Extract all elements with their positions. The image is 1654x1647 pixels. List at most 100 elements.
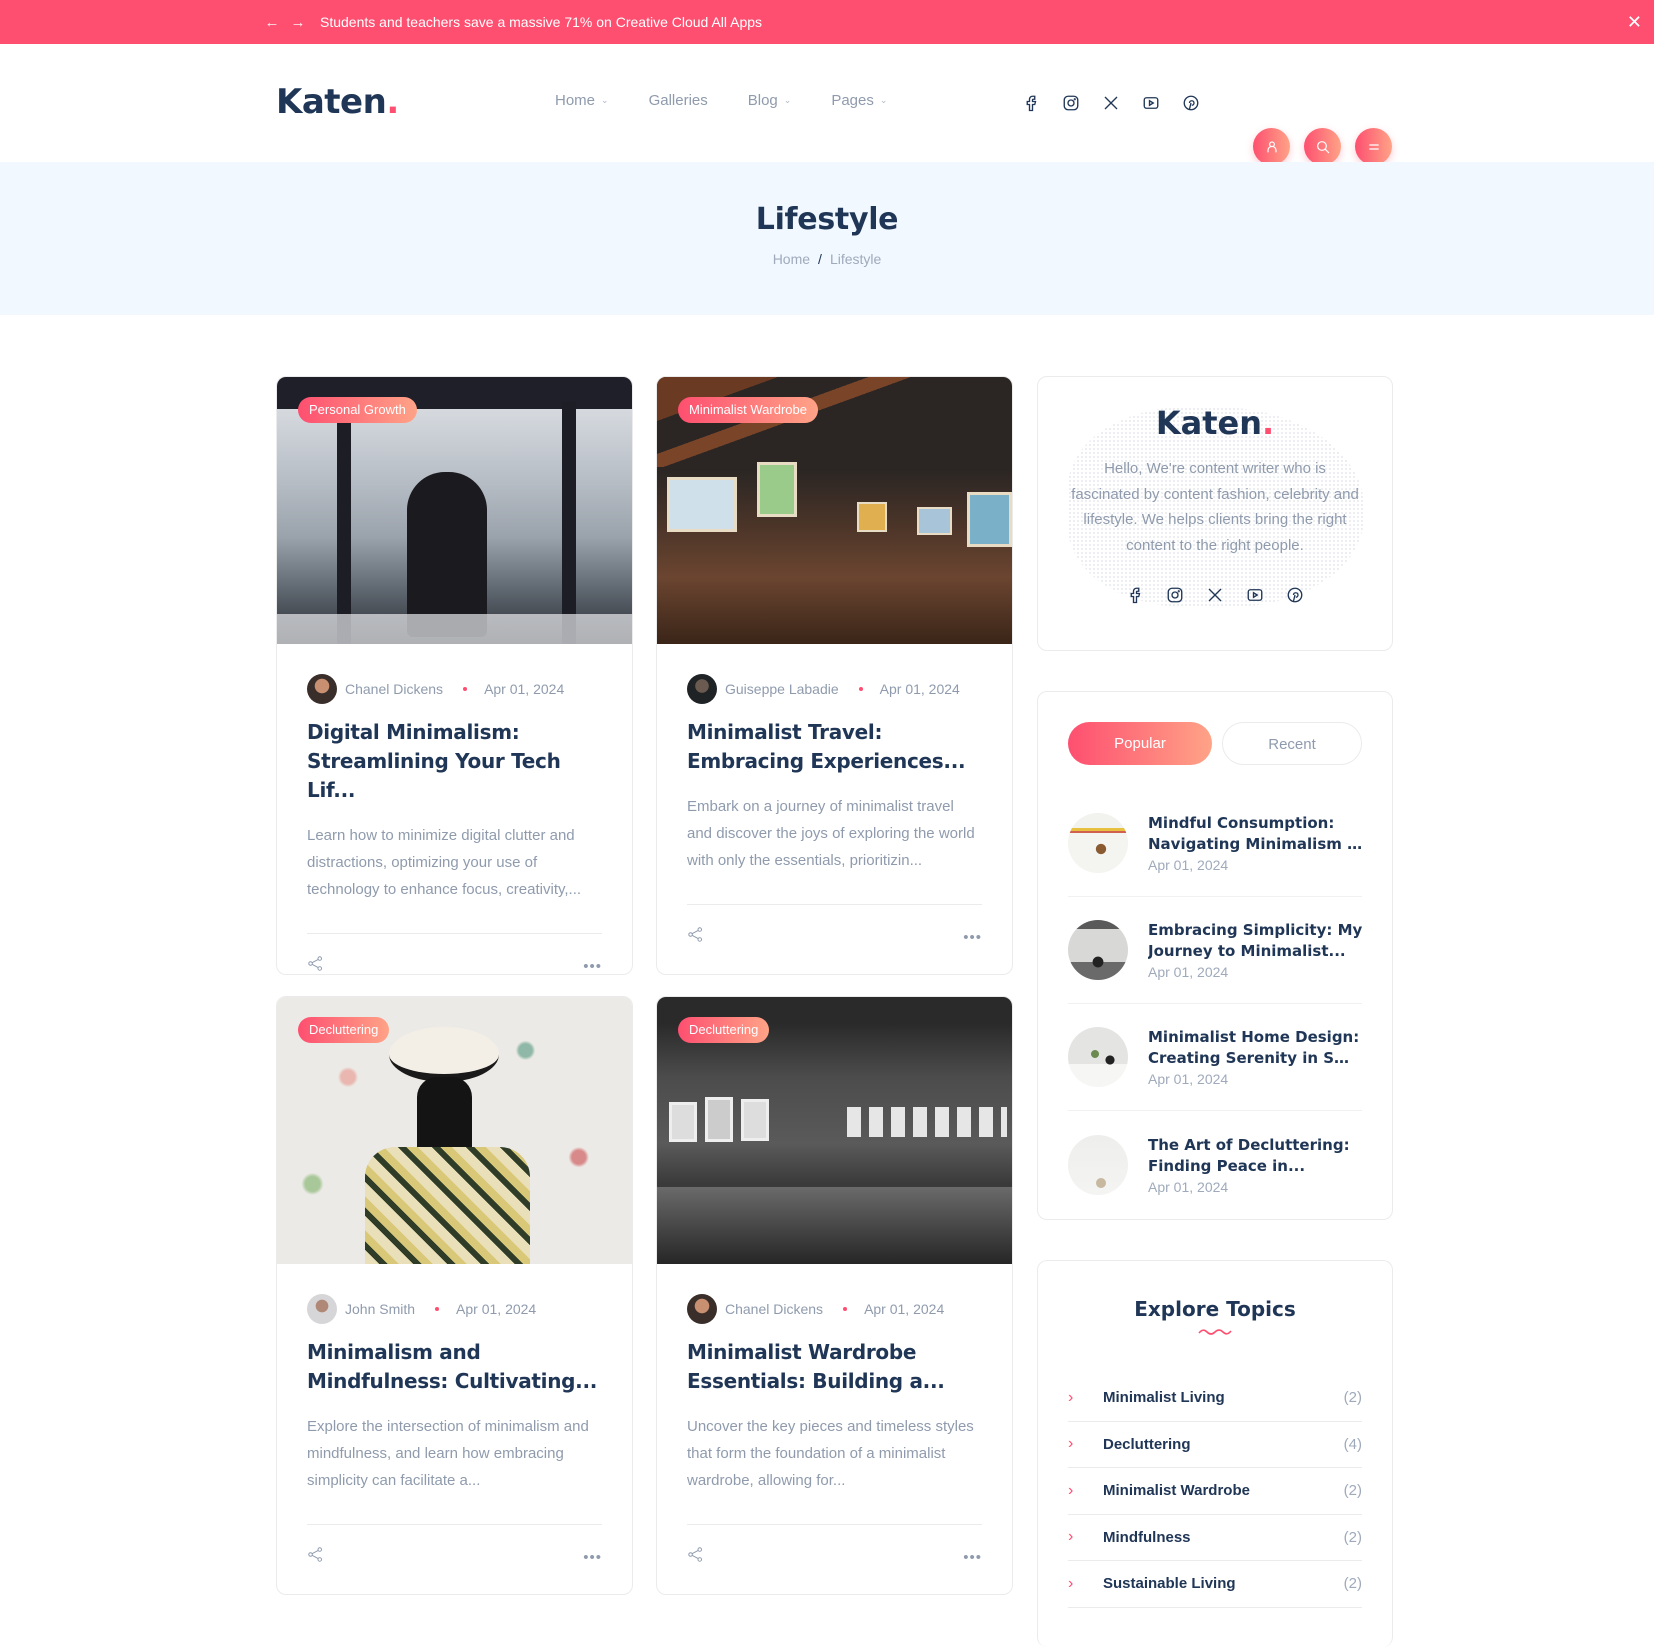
instagram-icon[interactable] xyxy=(1166,586,1184,604)
more-options-icon[interactable]: ••• xyxy=(583,958,602,975)
post-meta: Chanel Dickens Apr 01, 2024 xyxy=(307,674,602,704)
topic-count: (2) xyxy=(1343,1575,1362,1593)
avatar[interactable] xyxy=(687,1294,717,1324)
post-excerpt: Explore the intersection of minimalism a… xyxy=(307,1418,589,1489)
author-name[interactable]: Guiseppe Labadie xyxy=(725,681,839,697)
post-title-line2: Navigating Minimalism in ... xyxy=(1148,835,1364,853)
x-twitter-icon[interactable] xyxy=(1102,94,1120,112)
meta-separator xyxy=(843,1307,848,1311)
facebook-icon[interactable] xyxy=(1126,586,1144,604)
post-thumbnail[interactable] xyxy=(1068,1134,1128,1195)
author-name[interactable]: Chanel Dickens xyxy=(345,681,443,697)
meta-separator xyxy=(435,1307,440,1311)
breadcrumb-home[interactable]: Home xyxy=(773,251,810,267)
promo-message[interactable]: Students and teachers save a massive 71%… xyxy=(320,14,762,30)
avatar[interactable] xyxy=(307,1294,337,1324)
share-icon[interactable] xyxy=(687,1546,704,1568)
more-options-icon[interactable]: ••• xyxy=(963,1549,982,1566)
post-thumbnail[interactable] xyxy=(1068,1027,1128,1087)
header-socials xyxy=(1022,94,1200,112)
about-widget: Katen. Hello, We're content writer who i… xyxy=(1037,376,1393,651)
instagram-icon[interactable] xyxy=(1062,94,1080,112)
post-excerpt: Learn how to minimize digital clutter an… xyxy=(307,827,582,898)
meta-separator xyxy=(463,687,468,691)
nav-item-galleries[interactable]: Galleries xyxy=(649,92,708,109)
list-item[interactable]: Mindful Consumption: Navigating Minimali… xyxy=(1068,790,1364,897)
author-name[interactable]: Chanel Dickens xyxy=(725,1301,823,1317)
topic-name: Minimalist Living xyxy=(1103,1389,1225,1407)
avatar[interactable] xyxy=(307,674,337,704)
youtube-icon[interactable] xyxy=(1142,94,1160,112)
post-date: Apr 01, 2024 xyxy=(1148,1071,1229,1087)
post-title[interactable]: Digital Minimalism: Streamlining Your Te… xyxy=(307,718,602,805)
nav-item-home[interactable]: Home ⌄ xyxy=(555,92,609,109)
facebook-icon[interactable] xyxy=(1022,94,1040,112)
topic-item[interactable]: › Mindfulness (2) xyxy=(1068,1515,1362,1561)
post-date: Apr 01, 2024 xyxy=(456,1301,537,1317)
post-image[interactable]: Personal Growth xyxy=(277,377,632,644)
nav-label: Galleries xyxy=(648,92,708,109)
post-thumbnail[interactable] xyxy=(1068,813,1128,873)
x-twitter-icon[interactable] xyxy=(1206,586,1224,604)
list-item[interactable]: Embracing Simplicity: My Journey to Mini… xyxy=(1068,897,1362,1004)
page-hero: Lifestyle Home / Lifestyle xyxy=(0,162,1654,315)
share-icon[interactable] xyxy=(307,1546,324,1568)
author-name[interactable]: John Smith xyxy=(345,1301,415,1317)
topic-item[interactable]: › Minimalist Living (2) xyxy=(1068,1375,1362,1422)
pinterest-icon[interactable] xyxy=(1182,94,1200,112)
post-title[interactable]: Minimalist Travel: Embracing Experiences… xyxy=(687,718,982,776)
topic-item[interactable]: › Sustainable Living (2) xyxy=(1068,1561,1362,1608)
post-title[interactable]: Minimalist Wardrobe Essentials: Building… xyxy=(687,1338,982,1396)
menu-button[interactable] xyxy=(1355,128,1392,165)
post-excerpt: Embark on a journey of minimalist travel… xyxy=(687,798,975,869)
share-icon[interactable] xyxy=(307,955,324,974)
more-options-icon[interactable]: ••• xyxy=(583,1549,602,1566)
share-icon[interactable] xyxy=(687,926,704,948)
category-badge[interactable]: Minimalist Wardrobe xyxy=(678,397,818,423)
post-date: Apr 01, 2024 xyxy=(879,681,960,697)
logo-text: Katen xyxy=(1155,404,1262,442)
list-item[interactable]: The Art of Decluttering: Finding Peace i… xyxy=(1068,1111,1362,1218)
post-card: Decluttering Chanel Dickens Apr 01, 2024… xyxy=(656,996,1013,1595)
arrow-left-icon[interactable]: ← xyxy=(264,14,280,31)
nav-item-blog[interactable]: Blog ⌄ xyxy=(748,92,792,109)
topic-name: Decluttering xyxy=(1103,1435,1191,1453)
arrow-right-icon[interactable]: → xyxy=(290,14,306,31)
post-title: Mindful Consumption: xyxy=(1148,814,1335,832)
post-meta: Chanel Dickens Apr 01, 2024 xyxy=(687,1294,982,1324)
post-meta: John Smith Apr 01, 2024 xyxy=(307,1294,602,1324)
category-badge[interactable]: Personal Growth xyxy=(298,397,417,423)
topic-name: Sustainable Living xyxy=(1103,1575,1236,1593)
list-item[interactable]: Minimalist Home Design: Creating Serenit… xyxy=(1068,1004,1364,1111)
site-logo[interactable]: Katen. xyxy=(276,82,399,122)
topic-item[interactable]: › Decluttering (4) xyxy=(1068,1422,1362,1468)
category-badge[interactable]: Decluttering xyxy=(678,1017,770,1043)
tab-popular[interactable]: Popular xyxy=(1068,722,1212,765)
category-badge[interactable]: Decluttering xyxy=(298,1017,390,1043)
post-card: Personal Growth Chanel Dickens Apr 01, 2… xyxy=(276,376,633,975)
widget-title: Explore Topics xyxy=(1134,1297,1296,1321)
youtube-icon[interactable] xyxy=(1246,586,1264,604)
user-button[interactable] xyxy=(1253,128,1290,165)
post-thumbnail[interactable] xyxy=(1068,920,1128,980)
post-image[interactable]: Decluttering xyxy=(657,997,1012,1264)
explore-topics-widget: Explore Topics › Minimalist Living (2) › De… xyxy=(1037,1260,1393,1647)
post-image[interactable]: Minimalist Wardrobe xyxy=(657,377,1012,644)
topics-list: › Minimalist Living (2) › Decluttering (4) ›… xyxy=(1068,1375,1362,1608)
topic-item[interactable]: › Minimalist Wardrobe (2) xyxy=(1068,1468,1362,1515)
breadcrumb-current: Lifestyle xyxy=(829,251,882,267)
pinterest-icon[interactable] xyxy=(1286,586,1304,604)
squiggle-divider-icon xyxy=(1198,1329,1232,1335)
close-icon[interactable]: ✕ xyxy=(1627,12,1642,32)
search-button[interactable] xyxy=(1304,128,1341,165)
tab-recent[interactable]: Recent xyxy=(1222,722,1362,765)
post-image[interactable]: Decluttering xyxy=(277,997,632,1264)
post-title[interactable]: Minimalism and Mindfulness: Cultivating.… xyxy=(307,1338,602,1396)
post-title: Minimalist Home Design: xyxy=(1148,1028,1360,1046)
nav-label: Blog xyxy=(747,92,778,109)
more-options-icon[interactable]: ••• xyxy=(963,929,982,946)
breadcrumb-separator: / xyxy=(818,251,822,267)
popular-list: Mindful Consumption: Navigating Minimali… xyxy=(1068,790,1364,1218)
nav-item-pages[interactable]: Pages ⌄ xyxy=(831,92,887,109)
avatar[interactable] xyxy=(687,674,717,704)
